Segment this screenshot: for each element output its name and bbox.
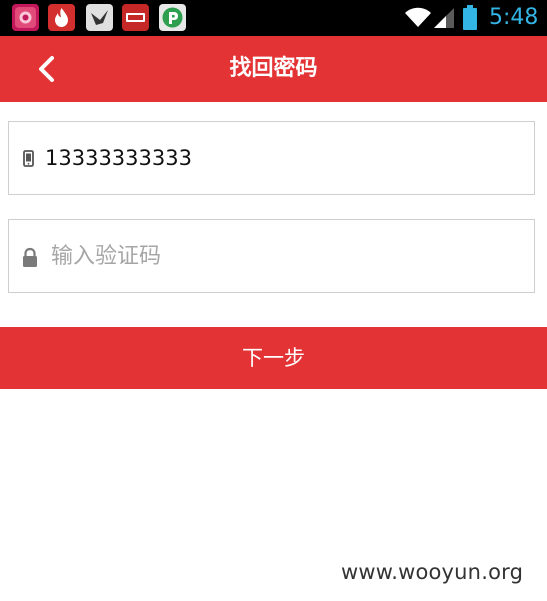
lock-icon <box>21 247 37 267</box>
page-title: 找回密码 <box>229 56 318 81</box>
app-icon-green-p <box>159 4 186 31</box>
app-icon-pink <box>12 4 39 31</box>
app-icon-flame <box>48 4 75 31</box>
battery-icon <box>462 5 478 35</box>
cell-signal-icon <box>432 6 456 34</box>
status-bar: 5:48 <box>0 0 547 36</box>
app-icon-bird <box>86 4 113 31</box>
back-button[interactable] <box>28 48 68 90</box>
next-button[interactable]: 下一步 <box>0 327 547 389</box>
chevron-left-icon <box>39 56 54 82</box>
title-bar: 找回密码 <box>0 36 547 102</box>
wifi-icon <box>404 5 432 33</box>
verification-code-field[interactable] <box>8 219 535 293</box>
watermark: www.wooyun.org <box>341 560 524 584</box>
phone-icon <box>21 149 37 169</box>
status-time: 5:48 <box>489 5 539 30</box>
phone-field[interactable] <box>8 121 535 195</box>
app-icon-red-badge <box>122 4 149 31</box>
verification-code-input[interactable] <box>51 232 521 280</box>
phone-input[interactable] <box>45 134 515 182</box>
